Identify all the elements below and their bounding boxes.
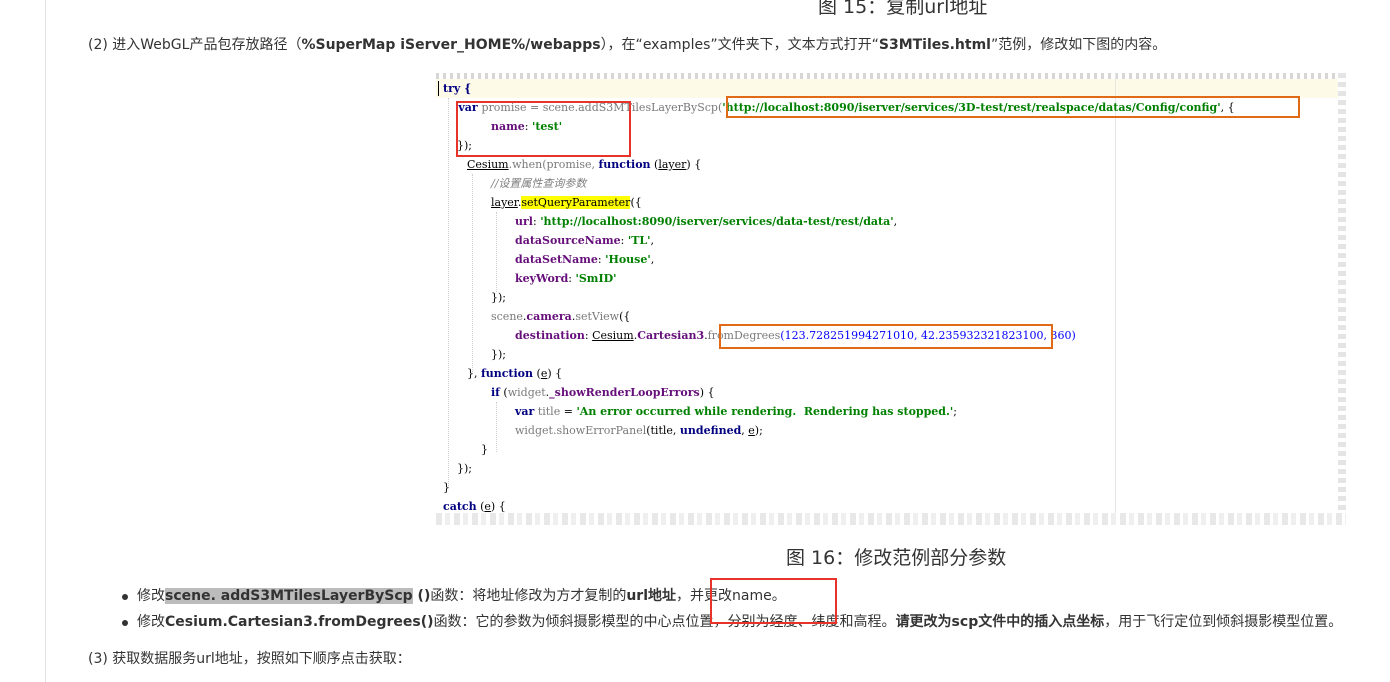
code-cesium-obj: Cesium	[467, 158, 509, 171]
code-title-var: title	[537, 405, 561, 418]
code-showerror-fn: widget.showErrorPanel	[515, 424, 647, 437]
annotation-url-box	[726, 96, 1300, 118]
code-line-error-fn: }, function (e) {	[467, 367, 563, 380]
annotation-coordinates-box	[719, 324, 1053, 349]
annotation-name-box	[456, 101, 631, 157]
step-2-suffix: ”范例，修改如下图的内容。	[990, 37, 1167, 53]
code-line-setview: scene.camera.setView({	[491, 310, 631, 323]
code-layer-arg: layer	[658, 158, 687, 171]
code-if-keyword: if	[491, 386, 500, 399]
code-line-close-6: }	[443, 478, 450, 497]
code-camera-prop: camera	[526, 310, 572, 323]
code-dataset-value: 'House'	[605, 253, 651, 266]
code-datasource-prop: dataSourceName	[515, 234, 621, 247]
code-keyword-prop: keyWord	[515, 272, 569, 285]
code-line-keyword: keyWord: 'SmID'	[515, 272, 617, 285]
code-e-arg: e	[540, 367, 548, 380]
text-caret	[438, 81, 439, 96]
code-line-title: var title = 'An error occurred while ren…	[515, 405, 957, 418]
bullet-2-end: ，用于飞行定位到倾斜摄影模型位置。	[1104, 614, 1343, 630]
code-line6-end: ({	[630, 196, 642, 209]
bullet-1-paren: ()	[412, 588, 431, 604]
code-comment-text: //设置属性查询参数	[491, 177, 587, 190]
code-line-showerror: widget.showErrorPanel(title, undefined, …	[515, 424, 763, 437]
code-line-dataset: dataSetName: 'House',	[515, 253, 655, 266]
code-function-keyword: function	[598, 158, 651, 171]
bullet-2-prefix: 修改	[137, 614, 165, 630]
code-render-errors-prop: _showRenderLoopErrors	[549, 386, 700, 399]
code-line-datasource: dataSourceName: 'TL',	[515, 234, 654, 247]
code-line4-end: ) {	[686, 158, 702, 171]
code-undefined-keyword: undefined	[679, 424, 742, 437]
annotation-name-note-box	[710, 578, 837, 624]
code-close-text: });	[491, 348, 506, 361]
code-e-arg: e	[748, 424, 755, 437]
code-e-arg: e	[484, 500, 491, 513]
code-setquery-fn: setQueryParameter	[521, 196, 631, 209]
code-line-comment: //设置属性查询参数	[491, 174, 586, 193]
torn-edge-right	[1338, 73, 1346, 525]
torn-edge-bottom	[436, 513, 1346, 525]
code-when-call: .when(promise,	[508, 158, 599, 171]
code-url-prop: url	[515, 215, 533, 228]
code-line-setquery: layer.setQueryParameter({	[491, 196, 642, 209]
webapps-path: %SuperMap iServer_HOME%/webapps	[301, 37, 601, 53]
figure-15-caption: 图 15：复制url地址	[818, 0, 988, 18]
code-function-keyword: function	[481, 367, 534, 380]
step-2-middle: ），在“examples”文件夹下，文本方式打开“	[600, 37, 879, 53]
step-2-prefix: (2) 进入WebGL产品包存放路径（	[88, 37, 302, 53]
code-keyword-value: 'SmID'	[575, 272, 617, 285]
code-close-text: });	[491, 291, 506, 304]
code-cartesian3-class: Cartesian3	[637, 329, 705, 342]
code-destination-prop: destination	[515, 329, 585, 342]
bullet-1-middle: 函数：将地址修改为方才复制的	[430, 588, 627, 604]
bullet-1-prefix: 修改	[137, 588, 165, 604]
code-screenshot: try { var promise = scene.addS3MTilesLay…	[436, 73, 1346, 525]
code-dataset-prop: dataSetName	[515, 253, 598, 266]
figure-16-caption: 图 16：修改范例部分参数	[786, 547, 1007, 569]
s3mtiles-filename: S3MTiles.html	[878, 37, 991, 53]
code-data-url-string: 'http://localhost:8090/iserver/services/…	[540, 215, 894, 228]
code-line-close-5: });	[443, 459, 472, 478]
indent-guide	[472, 174, 473, 374]
code-line12-end: ({	[619, 310, 631, 323]
code-close-text: }	[443, 481, 450, 494]
step-2-paragraph: (2) 进入WebGL产品包存放路径（%SuperMap iServer_HOM…	[88, 34, 1166, 54]
bullet-2-bold: 请更改为scp文件中的插入点坐标	[895, 614, 1105, 630]
editor-right-margin	[1115, 73, 1116, 513]
code-layer-obj: layer	[491, 196, 518, 209]
code-datasource-value: 'TL'	[627, 234, 651, 247]
code-line-close-2: });	[491, 288, 506, 307]
code-line-catch: catch (e) {	[443, 500, 506, 513]
code-line-url: url: 'http://localhost:8090/iserver/serv…	[515, 215, 898, 228]
code-setview-fn: setView	[575, 310, 620, 323]
code-title-arg: title	[650, 424, 673, 437]
code-line-close-4: }	[467, 440, 488, 459]
code-catch-keyword: catch	[443, 500, 477, 513]
code-error-string: 'An error occurred while rendering. Rend…	[576, 405, 954, 418]
bullet-1-bold: url地址	[626, 588, 677, 604]
code-line-when: Cesium.when(promise, function (layer) {	[467, 158, 702, 171]
code-line-if: if (widget._showRenderLoopErrors) {	[491, 386, 715, 399]
code-try-text: try {	[443, 82, 472, 95]
code-widget-obj: widget	[507, 386, 546, 399]
indent-guide	[448, 98, 449, 488]
indent-guide	[496, 402, 497, 452]
bullet-1-code: scene. addS3MTilesLayerByScp	[165, 588, 413, 604]
code-line-close-3: });	[491, 345, 506, 364]
code-close-text: });	[443, 462, 472, 475]
bullet-2-code: Cesium.Cartesian3.fromDegrees()	[165, 614, 434, 630]
indent-guide	[496, 212, 497, 292]
code-line-try: try {	[443, 79, 471, 98]
code-close-text: }	[467, 443, 488, 456]
step-3-paragraph: (3) 获取数据服务url地址，按照如下顺序点击获取：	[88, 651, 411, 667]
code-scene-obj: scene	[491, 310, 523, 323]
code-var-keyword: var	[515, 405, 535, 418]
content-left-border	[45, 0, 46, 682]
code-cesium-obj: Cesium	[592, 329, 634, 342]
